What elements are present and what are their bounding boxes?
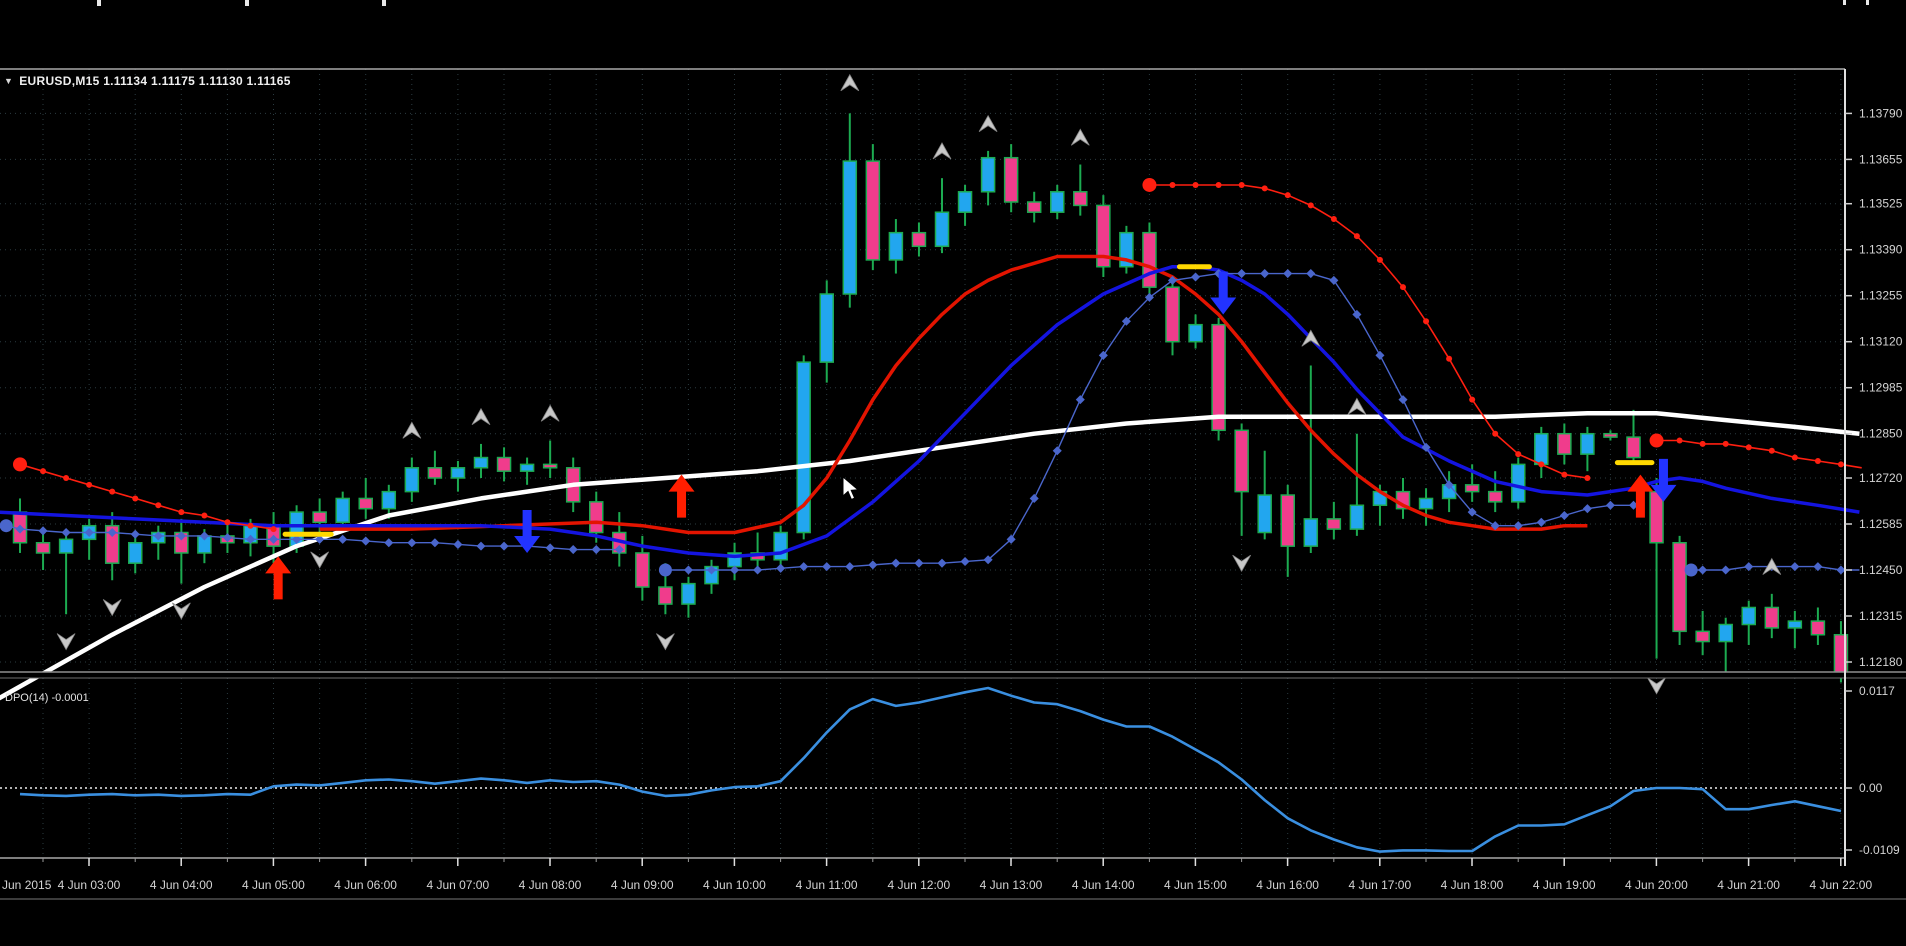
price-chart-svg[interactable]: 1.13790 1.13655 1.13525 1.13390 1.13255 1.131… xyxy=(0,0,1906,946)
time-axis-label: 4 Jun 11:00 xyxy=(796,878,858,892)
time-axis-label: 4 Jun 15:00 xyxy=(1164,878,1227,892)
trail-start-dot xyxy=(1685,564,1698,577)
time-axis-label: 4 Jun 22:00 xyxy=(1809,878,1872,892)
symbol-info-text: EURUSD,M15 1.11134 1.11175 1.11130 1.111… xyxy=(19,74,291,88)
sar-start-dot xyxy=(1142,178,1156,192)
time-axis-label: 4 Jun 07:00 xyxy=(426,878,489,892)
candle xyxy=(1673,536,1686,645)
price-axis-label: 1.13525 xyxy=(1859,197,1903,211)
price-axis-label: 1.12180 xyxy=(1859,655,1903,669)
price-axis-label: 1.13120 xyxy=(1859,335,1903,349)
time-axis-label: 4 Jun 17:00 xyxy=(1348,878,1411,892)
dpo-axis-label: -0.0109 xyxy=(1859,843,1900,857)
time-axis-label: 4 Jun 10:00 xyxy=(703,878,766,892)
time-axis-label: 4 Jun 12:00 xyxy=(887,878,950,892)
sar-start-dot xyxy=(13,457,27,471)
dpo-axis-label: 0.0117 xyxy=(1859,684,1895,698)
symbol-header: ▼ EURUSD,M15 1.11134 1.11175 1.11130 1.1… xyxy=(4,74,291,88)
candle xyxy=(774,526,787,567)
dpo-axis-label: 0.00 xyxy=(1859,781,1883,795)
price-axis-label: 1.12315 xyxy=(1859,609,1903,623)
candle xyxy=(1212,318,1225,441)
time-axis-label: 4 Jun 05:00 xyxy=(242,878,305,892)
time-axis-label: 4 Jun 03:00 xyxy=(58,878,121,892)
trail-start-dot xyxy=(659,564,672,577)
symbol-dropdown-icon[interactable]: ▼ xyxy=(4,76,13,86)
sar-start-dot xyxy=(1650,434,1664,448)
price-axis-label: 1.12720 xyxy=(1859,471,1903,485)
time-axis-label: 4 Jun 21:00 xyxy=(1717,878,1780,892)
candle xyxy=(797,355,810,539)
time-axis-date-label: 4 Jun 2015 xyxy=(0,878,52,892)
price-axis-label: 1.13390 xyxy=(1859,243,1903,257)
price-axis-label: 1.12850 xyxy=(1859,427,1903,441)
time-axis-label: 4 Jun 18:00 xyxy=(1441,878,1504,892)
time-axis-label: 4 Jun 08:00 xyxy=(519,878,582,892)
chart-background xyxy=(0,0,1906,946)
time-axis-label: 4 Jun 14:00 xyxy=(1072,878,1135,892)
indicator-label: DPO(14) -0.0001 xyxy=(5,692,89,704)
candle xyxy=(1120,226,1133,274)
time-axis-label: 4 Jun 19:00 xyxy=(1533,878,1596,892)
chart-canvas[interactable]: 1.13790 1.13655 1.13525 1.13390 1.13255 1.131… xyxy=(0,0,1906,946)
price-axis-label: 1.13655 xyxy=(1859,152,1903,166)
time-axis-label: 4 Jun 20:00 xyxy=(1625,878,1688,892)
candle xyxy=(1143,222,1156,297)
trail-start-dot xyxy=(0,519,13,532)
price-axis-label: 1.13255 xyxy=(1859,289,1903,303)
price-axis-label: 1.12585 xyxy=(1859,517,1903,531)
time-axis-label: 4 Jun 16:00 xyxy=(1256,878,1319,892)
candle xyxy=(866,144,879,270)
candle xyxy=(1097,195,1110,277)
price-axis-label: 1.13790 xyxy=(1859,106,1903,120)
time-axis-label: 4 Jun 06:00 xyxy=(334,878,397,892)
trading-terminal: 1.13790 1.13655 1.13525 1.13390 1.13255 1.131… xyxy=(0,0,1906,946)
candle xyxy=(1512,458,1525,509)
time-axis-label: 4 Jun 09:00 xyxy=(611,878,674,892)
time-axis-label: 4 Jun 13:00 xyxy=(980,878,1043,892)
time-axis-label: 4 Jun 04:00 xyxy=(150,878,213,892)
price-axis-label: 1.12985 xyxy=(1859,381,1903,395)
price-axis-label: 1.12450 xyxy=(1859,563,1903,577)
